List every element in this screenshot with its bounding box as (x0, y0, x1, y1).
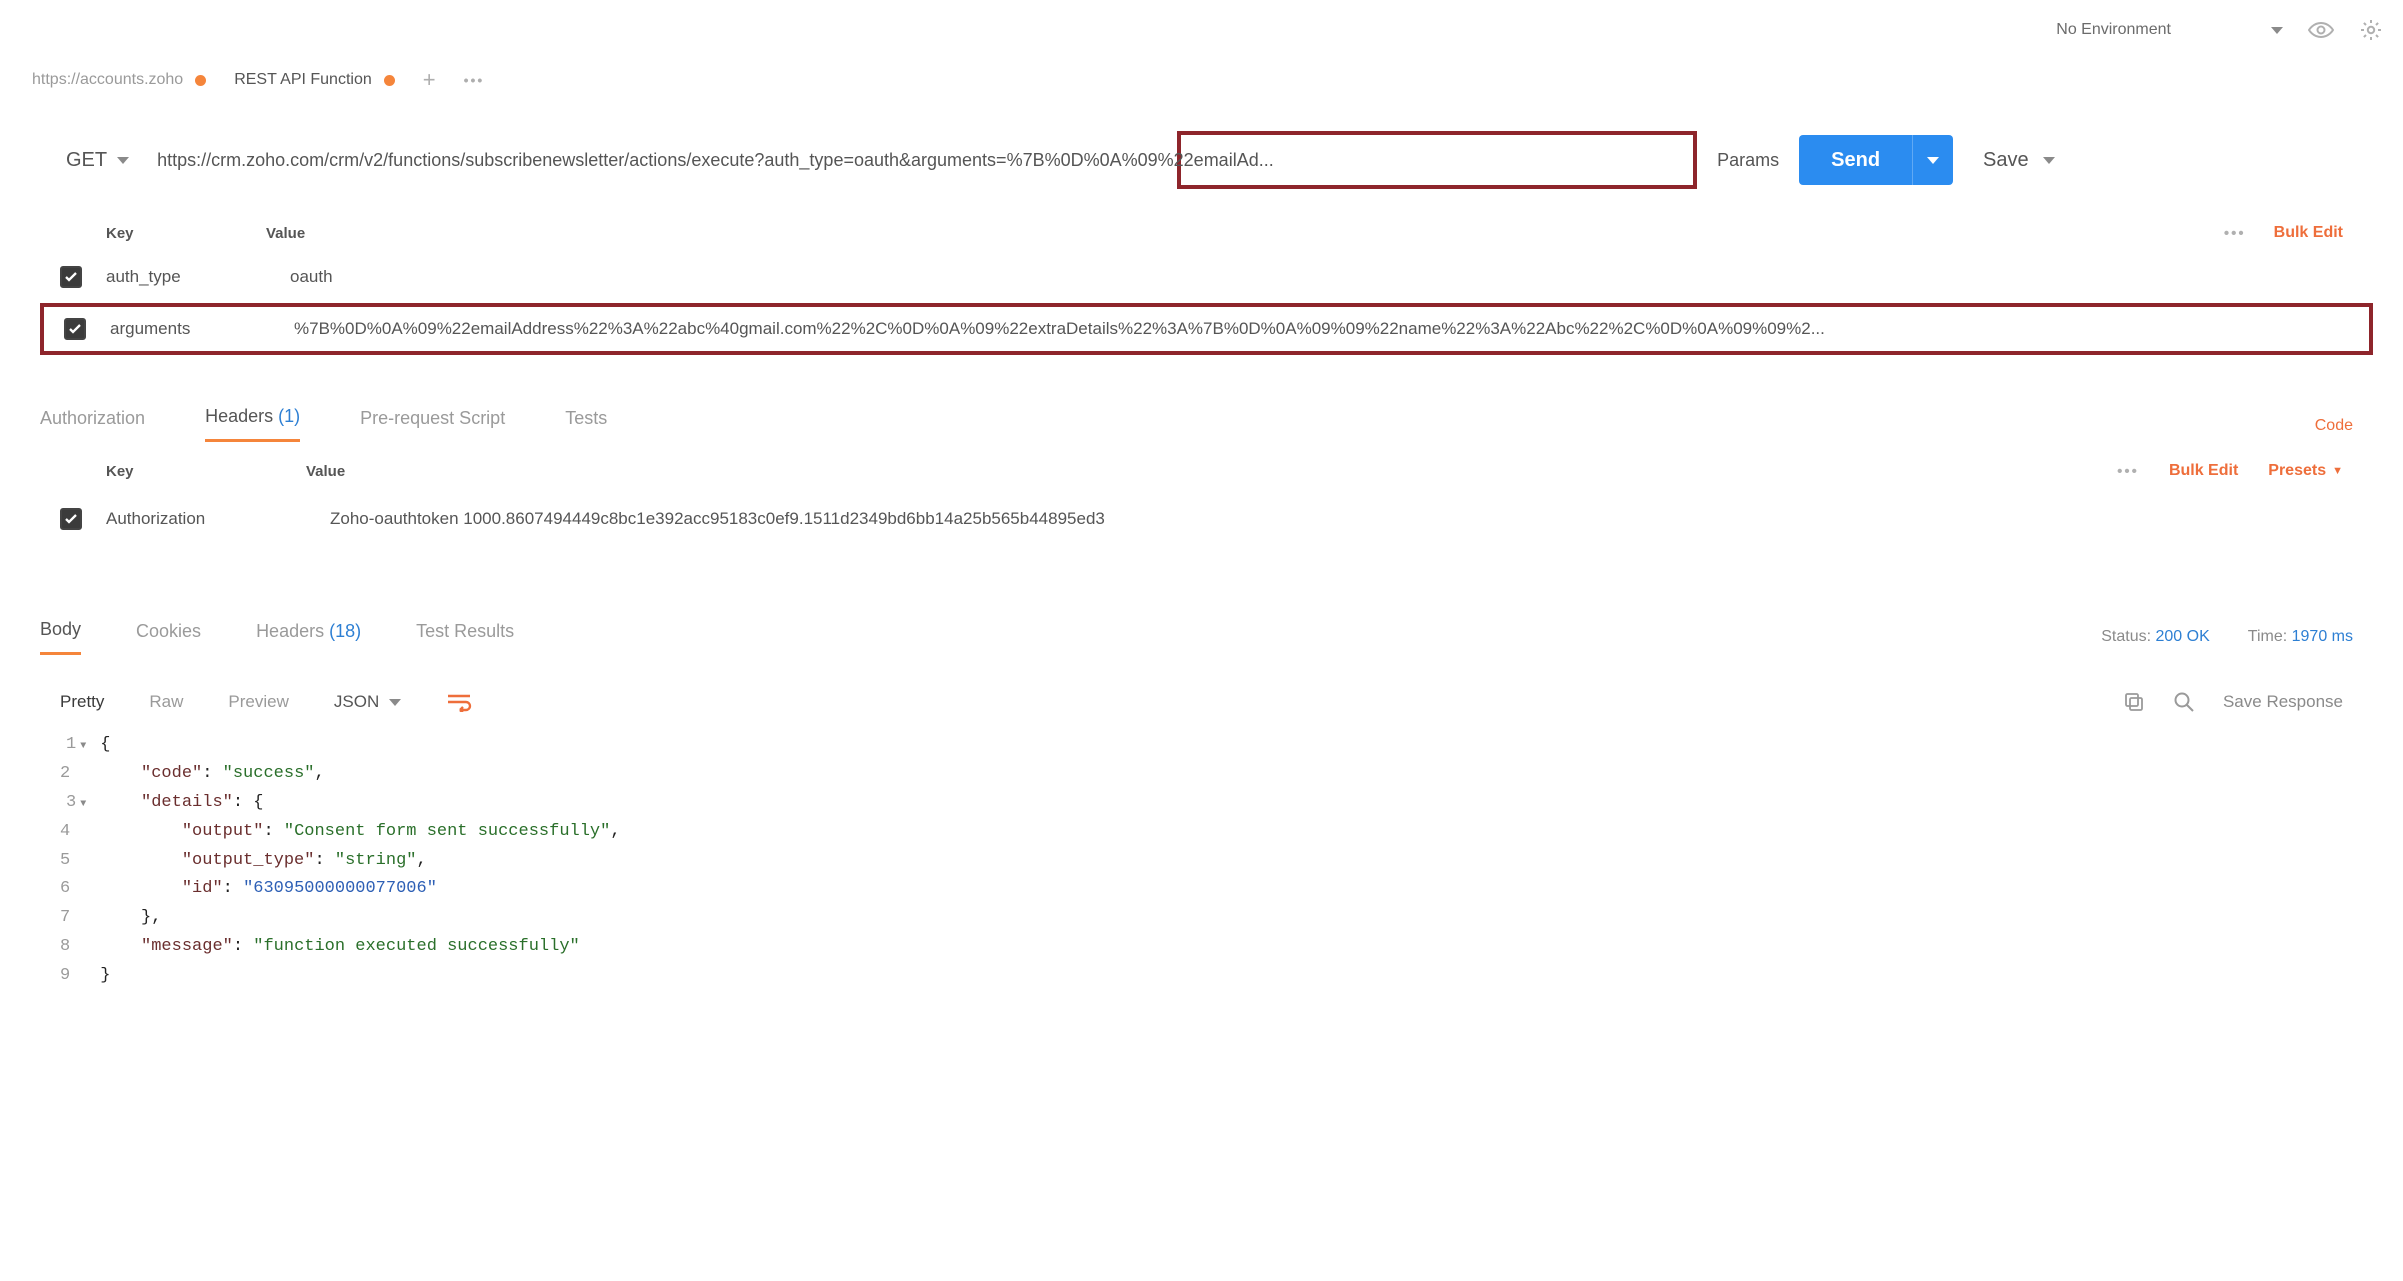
tab-rest-api-function[interactable]: REST API Function (234, 71, 395, 89)
eye-icon[interactable] (2308, 20, 2334, 40)
topbar: No Environment (20, 0, 2383, 60)
view-raw[interactable]: Raw (149, 692, 183, 712)
http-method-select[interactable]: GET (58, 143, 137, 178)
wrap-lines-icon[interactable] (446, 692, 472, 712)
save-response-button[interactable]: Save Response (2223, 692, 2343, 712)
code-content[interactable]: { "code": "success", "details": { "outpu… (100, 731, 620, 991)
key-header: Key (106, 463, 306, 480)
body-controls-right: Save Response (2123, 691, 2383, 713)
header-checkbox[interactable] (60, 508, 82, 530)
time-block: Time: 1970 ms (2248, 628, 2353, 646)
presets-dropdown[interactable]: Presets ▼ (2268, 462, 2343, 480)
param-key[interactable]: auth_type (106, 267, 266, 287)
header-key[interactable]: Authorization (106, 509, 306, 529)
request-tabs-right: Code (2315, 414, 2383, 435)
params-button[interactable]: Params (1717, 150, 1779, 171)
presets-label: Presets (2268, 462, 2326, 480)
send-label: Send (1799, 149, 1912, 172)
chevron-down-icon (2043, 157, 2055, 164)
time-label: Time: (2248, 628, 2287, 645)
request-subtabs: Authorization Headers (1) Pre-request Sc… (20, 403, 2383, 445)
save-button[interactable]: Save (1973, 149, 2065, 172)
tab-body[interactable]: Body (40, 619, 81, 655)
response-meta: Status: 200 OK Time: 1970 ms (2101, 628, 2383, 646)
param-key[interactable]: arguments (110, 319, 270, 339)
view-pretty[interactable]: Pretty (60, 692, 104, 712)
request-tabs: https://accounts.zoho REST API Function … (20, 60, 2383, 100)
chevron-down-icon (117, 157, 129, 164)
body-controls: Pretty Raw Preview JSON Save Response (20, 691, 2383, 713)
more-options-icon[interactable]: ••• (2224, 225, 2246, 242)
chevron-down-icon (2271, 27, 2283, 34)
response-tabs: Body Cookies Headers (18) Test Results S… (20, 615, 2383, 659)
environment-select[interactable]: No Environment (2056, 21, 2283, 39)
tab-cookies[interactable]: Cookies (136, 621, 201, 654)
param-value[interactable]: %7B%0D%0A%09%22emailAddress%22%3A%22abc%… (294, 319, 2349, 339)
send-button[interactable]: Send (1799, 135, 1953, 185)
code-link[interactable]: Code (2315, 417, 2353, 434)
tabs-more-icon[interactable]: ••• (464, 72, 485, 88)
key-header: Key (106, 225, 266, 242)
chevron-down-icon (389, 699, 401, 706)
request-row: GET https://crm.zoho.com/crm/v2/function… (20, 135, 2383, 185)
tab-test-results[interactable]: Test Results (416, 621, 514, 654)
headers-header-actions: ••• Bulk Edit Presets ▼ (2117, 462, 2343, 480)
url-input[interactable]: https://crm.zoho.com/crm/v2/functions/su… (157, 150, 1697, 171)
format-select[interactable]: JSON (334, 692, 401, 712)
add-tab-button[interactable]: + (423, 67, 436, 93)
send-dropdown[interactable] (1912, 135, 1953, 185)
param-checkbox[interactable] (60, 266, 82, 288)
params-header: Key Value ••• Bulk Edit (20, 215, 2383, 251)
tab-authorization[interactable]: Authorization (40, 408, 145, 441)
status-value: 200 OK (2156, 628, 2210, 645)
bulk-edit-link[interactable]: Bulk Edit (2169, 462, 2238, 480)
param-value[interactable]: oauth (290, 267, 2343, 287)
headers-count: (1) (278, 406, 300, 426)
tab-headers-label: Headers (256, 621, 324, 641)
http-method-label: GET (66, 149, 107, 172)
tab-accounts-zoho[interactable]: https://accounts.zoho (32, 71, 206, 89)
header-row: Authorization Zoho-oauthtoken 1000.86074… (20, 493, 2383, 545)
chevron-down-icon (1927, 157, 1939, 164)
bulk-edit-link[interactable]: Bulk Edit (2274, 224, 2343, 242)
param-checkbox[interactable] (64, 318, 86, 340)
copy-icon[interactable] (2123, 691, 2145, 713)
param-row: arguments %7B%0D%0A%09%22emailAddress%22… (40, 303, 2373, 355)
tab-headers-label: Headers (205, 406, 273, 426)
view-preview[interactable]: Preview (228, 692, 288, 712)
param-row: auth_type oauth (20, 251, 2383, 303)
save-label: Save (1983, 149, 2029, 172)
tab-prerequest[interactable]: Pre-request Script (360, 408, 505, 441)
value-header: Value (306, 463, 345, 480)
tab-label: REST API Function (234, 71, 372, 89)
time-value: 1970 ms (2292, 628, 2353, 645)
status-block: Status: 200 OK (2101, 628, 2210, 646)
resp-headers-count: (18) (329, 621, 361, 641)
header-value[interactable]: Zoho-oauthtoken 1000.8607494449c8bc1e392… (330, 509, 2343, 529)
status-label: Status: (2101, 628, 2151, 645)
response-body-viewer: 1▼ 2 3▼ 4 5 6 7 8 9 { "code": "success",… (20, 731, 2383, 991)
more-options-icon[interactable]: ••• (2117, 463, 2139, 480)
line-gutter: 1▼ 2 3▼ 4 5 6 7 8 9 (60, 731, 100, 991)
url-input-wrapper: https://crm.zoho.com/crm/v2/functions/su… (157, 135, 1697, 185)
params-header-actions: ••• Bulk Edit (2224, 224, 2343, 242)
search-icon[interactable] (2173, 691, 2195, 713)
format-label: JSON (334, 692, 379, 712)
headers-header: Key Value ••• Bulk Edit Presets ▼ (20, 445, 2383, 485)
tab-tests[interactable]: Tests (565, 408, 607, 441)
app-root: No Environment https://accounts.zoho RES… (0, 0, 2403, 991)
tab-response-headers[interactable]: Headers (18) (256, 621, 361, 654)
gear-icon[interactable] (2359, 18, 2383, 42)
tab-label: https://accounts.zoho (32, 71, 183, 89)
environment-label: No Environment (2056, 21, 2171, 39)
unsaved-dot-icon (195, 75, 206, 86)
topbar-right: No Environment (2056, 18, 2383, 42)
value-header: Value (266, 225, 305, 242)
tab-headers[interactable]: Headers (1) (205, 406, 300, 442)
unsaved-dot-icon (384, 75, 395, 86)
